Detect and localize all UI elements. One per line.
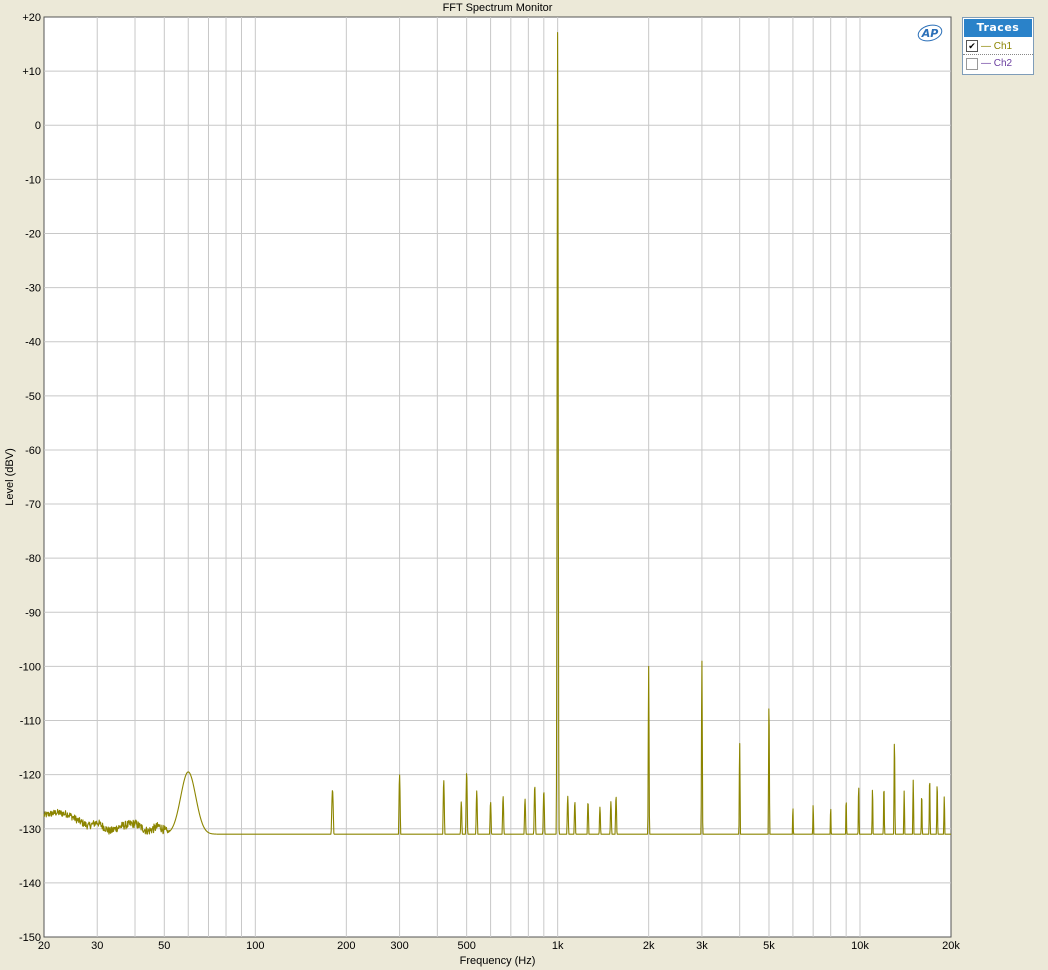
y-tick-label: -20 (25, 228, 41, 240)
y-tick-label: -100 (19, 661, 41, 673)
traces-legend: Traces ✔ — Ch1 — Ch2 (962, 17, 1034, 75)
x-tick-label: 2k (643, 940, 655, 952)
x-tick-label: 500 (457, 940, 475, 952)
y-tick-label: 0 (35, 120, 41, 132)
y-tick-label: -140 (19, 878, 41, 890)
y-axis-label: Level (dBV) (4, 448, 16, 505)
y-tick-label: +20 (22, 12, 41, 24)
y-tick-label: -60 (25, 445, 41, 457)
y-tick-label: -110 (20, 716, 41, 728)
x-tick-label: 50 (158, 940, 170, 952)
y-tick-label: -30 (25, 283, 41, 295)
x-axis-label: Frequency (Hz) (460, 955, 536, 967)
legend-item-ch1[interactable]: ✔ — Ch1 (963, 38, 1033, 55)
ch2-label: — Ch2 (981, 58, 1013, 69)
logo-text: AP (921, 27, 939, 40)
x-tick-label: 200 (337, 940, 355, 952)
y-tick-label: -150 (19, 932, 41, 944)
y-tick-label: -50 (25, 391, 41, 403)
y-tick-label: -130 (19, 824, 41, 836)
ch1-checkbox[interactable]: ✔ (966, 40, 978, 52)
y-tick-label: -120 (19, 770, 41, 782)
x-tick-label: 3k (696, 940, 708, 952)
ch1-label: — Ch1 (981, 40, 1013, 52)
x-tick-label: 30 (91, 940, 103, 952)
x-tick-label: 10k (851, 940, 869, 952)
y-tick-label: -70 (25, 499, 41, 511)
x-tick-label: 100 (246, 940, 264, 952)
y-tick-label: -80 (25, 553, 41, 565)
x-ticks: 20 30 50 100 200 300 500 1k 2k 3k 5k 10k 20k (38, 940, 960, 952)
x-tick-label: 300 (390, 940, 408, 952)
y-tick-label: -40 (25, 337, 41, 349)
fft-plot[interactable]: 20 30 50 100 200 300 500 1k 2k 3k 5k 10k 20k +20+100… (0, 0, 1048, 970)
y-tick-label: +10 (22, 66, 41, 78)
ch2-checkbox[interactable] (966, 57, 978, 70)
y-ticks: +20 +10 0 -10 -20 -30 -40 -50 -60 -70 -80 -90 -100 -1… (19, 12, 41, 944)
y-tick-label: -90 (25, 607, 41, 619)
y-tick-label: -10 (25, 174, 41, 186)
x-tick-label: 20k (942, 940, 960, 952)
x-tick-label: 5k (763, 940, 775, 952)
x-tick-label: 1k (552, 940, 564, 952)
legend-item-ch2[interactable]: — Ch2 (963, 55, 1033, 72)
audio-precision-logo: AP (917, 24, 943, 42)
legend-title: Traces (964, 19, 1032, 37)
